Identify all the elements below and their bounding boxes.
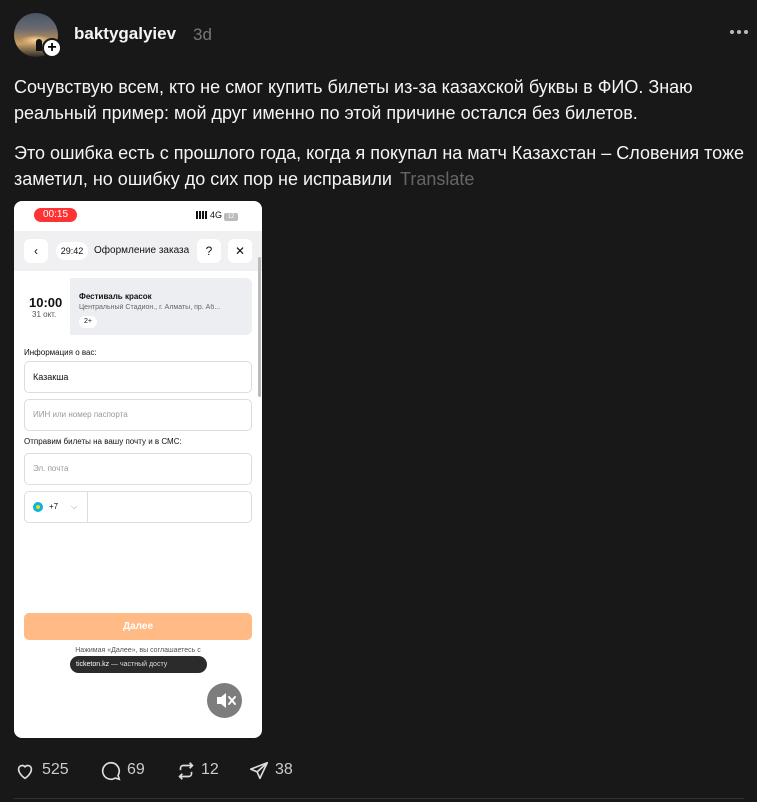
more-icon[interactable]: [730, 27, 750, 37]
help-icon[interactable]: ?: [197, 239, 221, 263]
post-text-paragraph-2-content: Это ошибка есть с прошлого года, когда я…: [14, 143, 744, 189]
post-text-paragraph-2: Это ошибка есть с прошлого года, когда я…: [14, 140, 744, 192]
heart-icon: [17, 764, 33, 780]
order-topbar: ‹ 29:42 Оформление заказа ? ✕: [14, 231, 262, 271]
close-icon[interactable]: ✕: [228, 239, 252, 263]
share-count: 38: [275, 761, 293, 778]
repost-icon: [178, 762, 194, 780]
status-time: 00:15: [34, 208, 77, 222]
scrollbar[interactable]: [258, 257, 261, 397]
phone-field[interactable]: +7 ⌵: [24, 491, 252, 523]
event-name: Фестиваль красок: [79, 292, 152, 301]
translate-link[interactable]: Translate: [400, 169, 474, 189]
phone-code-select[interactable]: +7 ⌵: [25, 492, 88, 522]
toast-text: — частный досту: [109, 661, 168, 668]
event-count-badge: 2+: [79, 316, 97, 328]
share-icon: [249, 761, 269, 780]
like-count: 525: [42, 761, 69, 778]
info-section-label: Информация о вас:: [24, 348, 97, 357]
back-icon[interactable]: ‹: [24, 239, 48, 263]
post-text-paragraph-1: Сочувствую всем, кто не смог купить биле…: [14, 77, 693, 123]
event-time: 10:00: [29, 295, 63, 310]
comment-icon: [101, 761, 121, 781]
comment-count: 69: [127, 761, 145, 778]
post-age: 3d: [193, 25, 212, 44]
repost-count: 12: [201, 761, 219, 778]
status-indicators: 4G 12: [196, 210, 239, 221]
post-divider: [14, 798, 744, 799]
network-label: 4G: [210, 210, 223, 220]
url-toast: ticketon.kz — частный досту: [70, 656, 207, 673]
event-timebox: 10:00 31 окт.: [24, 278, 70, 335]
phone-code: +7: [49, 502, 59, 511]
follow-plus-icon[interactable]: +: [42, 38, 62, 58]
agree-text: Нажимая «Далее», вы соглашаетесь с: [75, 647, 201, 654]
signal-icon: [196, 211, 208, 219]
toast-domain: ticketon.kz: [76, 661, 110, 668]
kz-flag-icon: [33, 502, 43, 512]
name-field[interactable]: Казакша: [24, 361, 252, 393]
event-date: 31 окт.: [32, 310, 57, 319]
email-field[interactable]: Эл. почта: [24, 453, 252, 485]
next-button[interactable]: Далее: [24, 613, 252, 640]
post: + baktygalyiev 3d Сочувствую всем, кто н…: [0, 0, 757, 802]
username[interactable]: baktygalyiev: [74, 24, 176, 44]
event-card: 10:00 31 окт. Фестиваль красок Центральн…: [24, 278, 252, 335]
order-timer: 29:42: [56, 242, 88, 260]
chevron-down-icon: ⌵: [71, 502, 78, 511]
attached-screenshot[interactable]: 00:15 4G 12 ‹ 29:42 Оформление заказа ? ✕…: [14, 201, 262, 738]
iin-field[interactable]: ИИН или номер паспорта: [24, 399, 252, 431]
send-section-label: Отправим билеты на вашу почту и в СМС:: [24, 437, 182, 446]
mute-icon[interactable]: [207, 683, 242, 718]
event-address: Центральный Стадион., г. Алматы, пр. Аб.…: [79, 304, 221, 311]
order-title: Оформление заказа: [94, 245, 190, 256]
battery-icon: 12: [224, 213, 239, 221]
